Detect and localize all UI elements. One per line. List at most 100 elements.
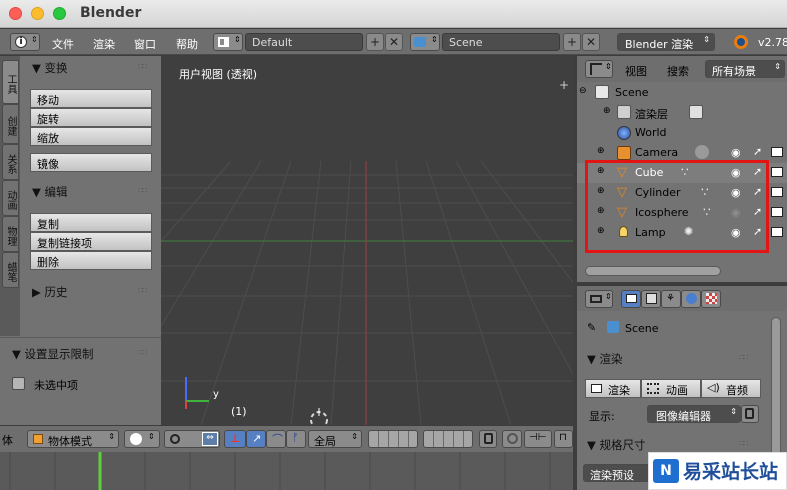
mirror-button[interactable]: 镜像 [30,153,152,172]
tab-physics[interactable]: 物理 [2,216,19,252]
panel-grip-icon[interactable]: ∷∷ [138,286,147,295]
transform-orientation-toggle[interactable]: ᚠ [286,430,306,448]
outliner-search-menu[interactable]: 搜索 [667,63,689,79]
viewport-add-icon[interactable]: + [559,78,569,92]
pivot-icon [170,434,180,444]
panel-grip-icon[interactable]: ∷∷ [739,439,748,448]
orientation-selector[interactable]: 全局 ⇕ [308,430,362,448]
pin-icon[interactable]: ✎ [587,321,596,334]
outliner-row-render-layers[interactable]: ⊕ 渲染层 [577,103,787,123]
render-panel-header[interactable]: ▼ 渲染 [587,351,623,367]
plus-icon: + [369,35,381,49]
transform-panel-title: 变换 [44,61,68,75]
visibility-eye-icon[interactable]: ◉ [731,146,741,159]
chevron-updown-icon: ⇕ [605,292,612,301]
proportional-edit-button[interactable] [502,430,522,448]
3d-viewport[interactable]: 用户视图 (透视) + y (1) [161,56,573,425]
duplicate-button[interactable]: 复制 [30,213,152,232]
layer-buttons-2[interactable] [423,430,473,448]
scale-button[interactable]: 缩放 [30,127,152,146]
panel-grip-icon[interactable]: ∷∷ [739,353,748,362]
display-mode-selector[interactable]: 图像编辑器 ⇕ [647,405,741,423]
object-mode-selector[interactable]: 物体模式 ⇕ [27,430,119,448]
outliner-filter-selector[interactable]: 所有场景 ⇕ [705,60,785,78]
outliner-row-world[interactable]: World [577,123,787,143]
layer-buttons-1[interactable] [368,430,418,448]
translate-manipulator-button[interactable]: ⊥ [224,430,246,448]
outliner-editor-type-button[interactable]: ⇕ [585,60,613,78]
scene-context-tab[interactable]: ⚘ [661,290,681,308]
outliner-scrollbar[interactable] [585,266,721,276]
render-camera-icon[interactable] [771,207,783,217]
snap-toggle-button[interactable]: ⊓ [554,430,573,448]
editor-type-button[interactable]: i ⇕ [10,33,40,51]
panel-grip-icon[interactable]: ∷∷ [138,186,147,195]
duplicate-linked-button[interactable]: 复制链接项 [30,232,152,251]
render-still-button[interactable]: 渲染 [585,379,641,398]
collapse-icon[interactable]: ⊖ [579,86,587,96]
render-audio-button[interactable]: ◁) 音频 [701,379,761,398]
dimensions-panel-header[interactable]: ▼ 规格尺寸 [587,437,646,453]
scene-selector[interactable]: ⇕ [410,33,440,51]
tab-grease-pencil[interactable]: 蜡笔 [2,252,19,288]
render-camera-icon[interactable] [771,167,783,177]
render-animation-label: 动画 [666,384,688,397]
timeline-area[interactable] [0,452,573,490]
tab-animation[interactable]: 动画 [2,180,19,216]
expand-icon[interactable]: ⊕ [603,106,611,116]
texture-context-tab[interactable] [701,290,721,308]
history-panel-header[interactable]: ▶ 历史 [32,284,68,300]
film-icon [647,383,659,394]
lock-layers-button[interactable] [479,430,497,448]
rotate-manipulator-button[interactable]: ↗ [246,430,266,448]
delete-button[interactable]: 删除 [30,251,152,270]
render-context-tab[interactable] [621,290,641,308]
select-cursor-icon[interactable]: ➚ [753,145,762,158]
world-context-tab[interactable] [681,290,701,308]
lock-interface-button[interactable] [741,405,759,423]
outliner-view-menu[interactable]: 视图 [625,63,647,79]
zoom-window-button[interactable] [53,7,66,20]
screen-layout-selector[interactable]: ⇕ [213,33,243,51]
delete-layout-button[interactable]: ✕ [385,33,403,51]
add-layout-button[interactable]: + [366,33,384,51]
panel-grip-icon[interactable]: ∷∷ [138,62,147,71]
unselected-checkbox[interactable] [12,377,25,390]
scale-manipulator-button[interactable]: ⌒ [266,430,286,448]
outliner-row-scene[interactable]: ⊖ Scene [577,83,787,103]
render-layers-context-tab[interactable] [641,290,661,308]
render-camera-icon[interactable] [771,227,783,237]
transform-panel-header[interactable]: ▼ 变换 [32,60,68,76]
translate-button[interactable]: 移动 [30,89,152,108]
tab-tools[interactable]: 工具 [2,60,19,104]
tab-relations[interactable]: 关系 [2,144,19,180]
chevron-updown-icon: ⇕ [605,62,612,71]
scene-name-field[interactable]: Scene [442,33,560,51]
menu-window[interactable]: 窗口 [134,36,156,52]
pivot-point-selector[interactable]: ⇔ [164,430,220,448]
history-panel-title: 历史 [44,285,68,299]
display-limit-header[interactable]: ▼ 设置显示限制 [12,346,94,362]
tab-create[interactable]: 创建 [2,104,19,144]
blender-logo-icon [734,35,748,49]
menu-render[interactable]: 渲染 [93,36,115,52]
menu-file[interactable]: 文件 [52,36,74,52]
properties-editor-type-button[interactable]: ⇕ [585,290,613,308]
minimize-window-button[interactable] [31,7,44,20]
snap-element-selector[interactable]: ⊣⊢ [524,430,552,448]
render-camera-icon[interactable] [771,147,783,157]
render-animation-button[interactable]: 动画 [641,379,701,398]
rotate-button[interactable]: 旋转 [30,108,152,127]
render-engine-selector[interactable]: Blender 渲染 ⇕ [617,33,715,51]
close-window-button[interactable] [9,7,22,20]
screen-layout-field[interactable]: Default [245,33,363,51]
add-scene-button[interactable]: + [563,33,581,51]
edit-panel-header[interactable]: ▼ 编辑 [32,184,68,200]
expand-icon[interactable]: ⊕ [597,146,605,156]
menu-help[interactable]: 帮助 [176,36,198,52]
panel-grip-icon[interactable]: ∷∷ [138,348,147,357]
render-camera-icon[interactable] [771,187,783,197]
chevron-updown-icon: ⇕ [351,432,358,441]
viewport-shading-selector[interactable]: ⇕ [124,430,160,448]
delete-scene-button[interactable]: ✕ [582,33,600,51]
